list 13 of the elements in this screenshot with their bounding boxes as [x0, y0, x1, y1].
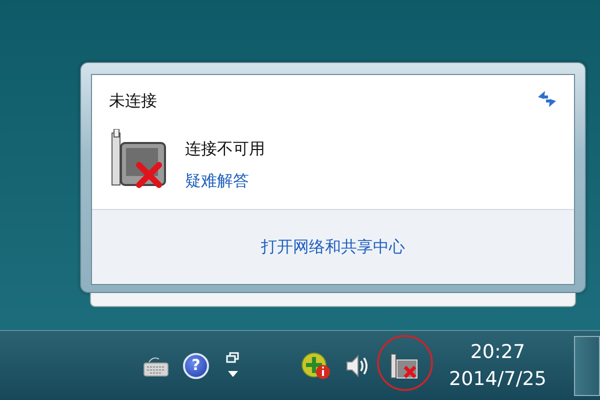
keyboard-icon[interactable]: [143, 354, 169, 376]
refresh-arrows-icon[interactable]: [536, 89, 558, 109]
troubleshoot-link[interactable]: 疑难解答: [185, 169, 265, 193]
network-sharing-center-link[interactable]: 打开网络和共享中心: [261, 235, 405, 259]
help-icon[interactable]: ?: [183, 352, 209, 378]
clock-time[interactable]: 20:27: [449, 338, 546, 366]
disconnected-network-icon: [109, 129, 169, 189]
show-desktop-button[interactable]: [574, 336, 600, 396]
clock-date[interactable]: 2014/7/25: [449, 366, 546, 392]
connection-status: 连接不可用: [185, 138, 265, 160]
popup-title: 未连接: [109, 90, 157, 112]
plus-info-icon[interactable]: [301, 352, 331, 380]
disconnected-network-icon[interactable]: [389, 352, 419, 380]
